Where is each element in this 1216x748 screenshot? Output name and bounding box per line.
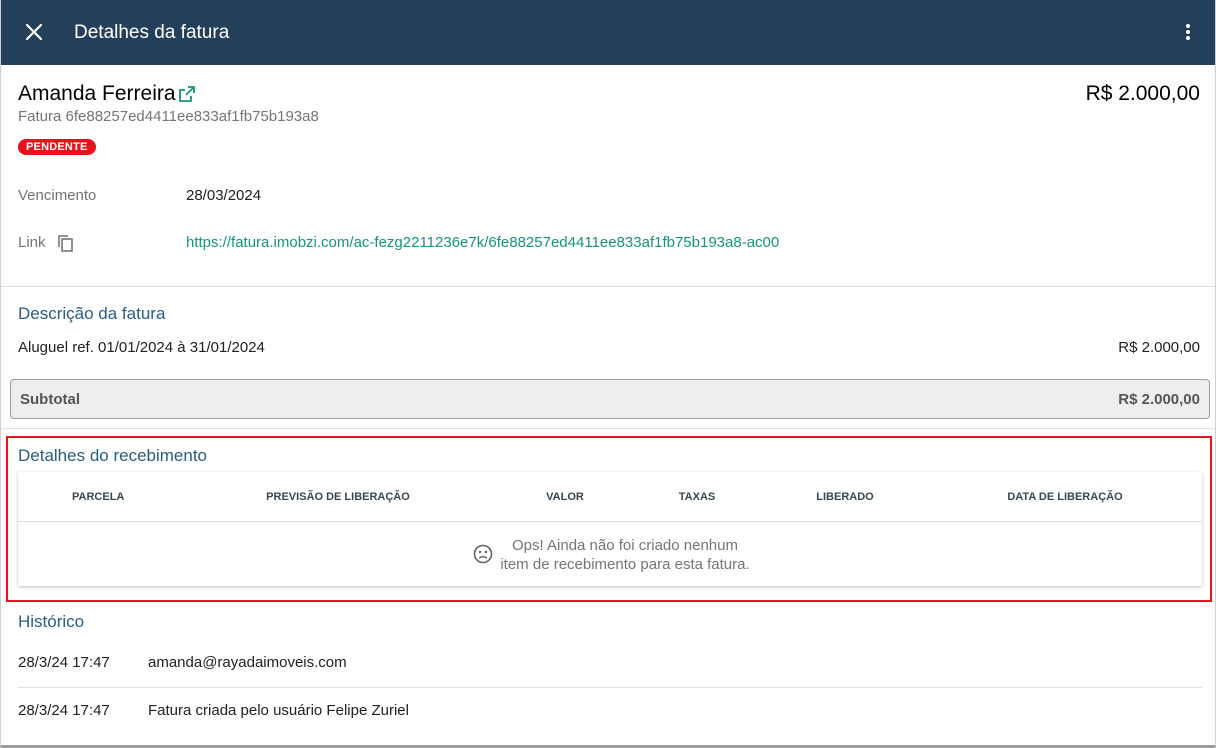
open-in-new-icon[interactable] <box>178 85 196 103</box>
close-button[interactable] <box>19 17 49 47</box>
column-header-parcela[interactable]: PARCELA <box>72 491 124 503</box>
due-date-label: Vencimento <box>18 187 97 204</box>
more-vertical-icon <box>1186 24 1190 40</box>
history-time: 28/3/24 17:47 <box>18 702 110 719</box>
invoice-details-dialog: Detalhes da fatura Amanda Ferreira R$ 2.… <box>0 0 1216 748</box>
history-text: amanda@rayadaimoveis.com <box>148 654 347 671</box>
history-time: 28/3/24 17:47 <box>18 654 110 671</box>
subtotal-amount: R$ 2.000,00 <box>1118 391 1200 408</box>
app-bar: Detalhes da fatura <box>1 0 1215 65</box>
invoice-amount: R$ 2.000,00 <box>1085 82 1200 105</box>
dialog-title: Detalhes da fatura <box>74 22 230 43</box>
history-section-title: Histórico <box>18 612 85 631</box>
history-text: Fatura criada pelo usuário Felipe Zuriel <box>148 702 409 719</box>
subtotal-bar: Subtotal R$ 2.000,00 <box>10 379 1210 419</box>
table-header: PARCELA PREVISÃO DE LIBERAÇÃO VALOR TAXA… <box>18 472 1202 522</box>
history-divider <box>18 687 1202 688</box>
due-date-value: 28/03/2024 <box>186 187 262 204</box>
empty-state-line-1: Ops! Ainda não foi criado nenhum <box>512 537 738 554</box>
column-header-taxas[interactable]: TAXAS <box>668 491 726 503</box>
more-options-button[interactable] <box>1173 17 1203 47</box>
link-label: Link <box>18 234 46 251</box>
empty-state-line-2: item de recebimento para esta fatura. <box>500 556 750 573</box>
invoice-link[interactable]: https://fatura.imobzi.com/ac-fezg2211236… <box>186 233 779 253</box>
divider <box>1 286 1215 287</box>
description-item-amount: R$ 2.000,00 <box>1118 339 1200 356</box>
description-item-label: Aluguel ref. 01/01/2024 à 31/01/2024 <box>18 339 265 356</box>
subtotal-label: Subtotal <box>20 391 80 408</box>
description-section-title: Descrição da fatura <box>18 304 166 323</box>
invoice-id: Fatura 6fe88257ed4411ee833af1fb75b193a8 <box>18 108 319 125</box>
empty-state-message: Ops! Ainda não foi criado nenhum item de… <box>18 536 1202 574</box>
receipt-section-title: Detalhes do recebimento <box>18 446 208 465</box>
column-header-valor[interactable]: VALOR <box>538 491 592 503</box>
column-header-data-liberacao[interactable]: DATA DE LIBERAÇÃO <box>998 491 1132 503</box>
close-icon <box>25 23 43 41</box>
column-header-liberado[interactable]: LIBERADO <box>810 491 880 503</box>
status-badge: PENDENTE <box>18 139 96 155</box>
divider <box>1 428 1215 429</box>
customer-row: Amanda Ferreira <box>18 81 196 107</box>
column-header-previsao[interactable]: PREVISÃO DE LIBERAÇÃO <box>248 491 428 503</box>
customer-name: Amanda Ferreira <box>18 82 176 105</box>
copy-icon[interactable] <box>57 235 74 252</box>
receipt-table: PARCELA PREVISÃO DE LIBERAÇÃO VALOR TAXA… <box>18 472 1202 586</box>
